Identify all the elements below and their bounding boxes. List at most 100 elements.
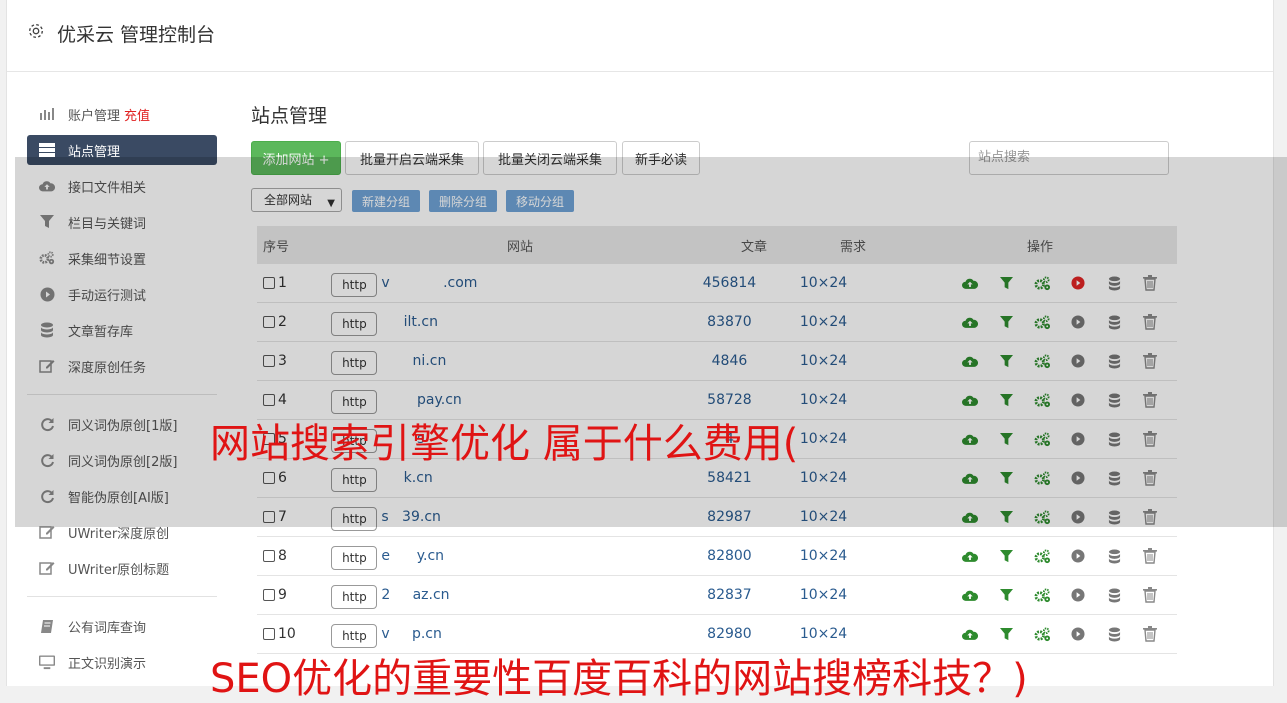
filter-icon[interactable] (997, 274, 1015, 292)
sidebar-item-article-storage[interactable]: 文章暂存库 (27, 312, 217, 348)
row-checkbox[interactable] (263, 355, 275, 367)
batch-close-cloud-button[interactable]: 批量关闭云端采集 (483, 141, 617, 175)
filter-icon[interactable] (997, 352, 1015, 370)
cloud-upload-icon[interactable] (961, 391, 979, 409)
row-checkbox[interactable] (263, 394, 275, 406)
article-count-link[interactable]: 82987 (683, 509, 776, 525)
protocol-badge[interactable]: http (331, 507, 378, 531)
newbie-guide-button[interactable]: 新手必读 (622, 141, 700, 175)
filter-icon[interactable] (997, 430, 1015, 448)
site-domain-link[interactable]: s 39.cn (381, 509, 440, 525)
demand-link[interactable]: 10×24 (776, 509, 871, 525)
row-checkbox[interactable] (263, 277, 275, 289)
protocol-badge[interactable]: http (331, 624, 378, 648)
play-circle-icon[interactable] (1069, 625, 1087, 643)
article-count-link[interactable]: 58421 (683, 470, 776, 486)
database-icon[interactable] (1105, 547, 1123, 565)
filter-icon[interactable] (997, 391, 1015, 409)
cogs-icon[interactable] (1033, 469, 1051, 487)
trash-icon[interactable] (1141, 313, 1159, 331)
trash-icon[interactable] (1141, 586, 1159, 604)
demand-link[interactable]: 10×24 (776, 392, 871, 408)
filter-icon[interactable] (997, 313, 1015, 331)
delete-group-button[interactable]: 删除分组 (429, 190, 497, 212)
sidebar-item-columns-keywords[interactable]: 栏目与关键词 (27, 204, 217, 240)
cogs-icon[interactable] (1033, 391, 1051, 409)
play-circle-icon[interactable] (1069, 469, 1087, 487)
sidebar-item-uwriter-title[interactable]: UWriter原创标题 (27, 550, 217, 586)
database-icon[interactable] (1105, 508, 1123, 526)
cloud-upload-icon[interactable] (961, 352, 979, 370)
protocol-badge[interactable]: http (331, 546, 378, 570)
article-count-link[interactable]: 83870 (683, 314, 776, 330)
sidebar-item-text-recognition[interactable]: 正文识别演示 (27, 644, 217, 680)
cogs-icon[interactable] (1033, 508, 1051, 526)
article-count-link[interactable]: 82800 (683, 548, 776, 564)
cloud-upload-icon[interactable] (961, 313, 979, 331)
demand-link[interactable]: 10×24 (776, 353, 871, 369)
site-domain-link[interactable]: pay.cn (381, 392, 462, 408)
cogs-icon[interactable] (1033, 430, 1051, 448)
play-circle-icon[interactable] (1069, 508, 1087, 526)
play-circle-icon[interactable] (1069, 352, 1087, 370)
database-icon[interactable] (1105, 352, 1123, 370)
play-circle-icon[interactable] (1069, 391, 1087, 409)
database-icon[interactable] (1105, 274, 1123, 292)
site-domain-link[interactable]: 2 az.cn (381, 587, 449, 603)
demand-link[interactable]: 10×24 (776, 275, 871, 291)
article-count-link[interactable]: 58728 (683, 392, 776, 408)
sidebar-item-synonym-v1[interactable]: 同义词伪原创[1版] (27, 406, 217, 442)
trash-icon[interactable] (1141, 352, 1159, 370)
filter-icon[interactable] (997, 625, 1015, 643)
sidebar-item-uwriter-deep[interactable]: UWriter深度原创 (27, 514, 217, 550)
trash-icon[interactable] (1141, 469, 1159, 487)
site-domain-link[interactable]: k.cn (381, 470, 433, 486)
add-site-button[interactable]: 添加网站 + (251, 141, 341, 175)
cloud-upload-icon[interactable] (961, 625, 979, 643)
database-icon[interactable] (1105, 313, 1123, 331)
play-circle-icon[interactable] (1069, 586, 1087, 604)
cogs-icon[interactable] (1033, 586, 1051, 604)
trash-icon[interactable] (1141, 430, 1159, 448)
database-icon[interactable] (1105, 469, 1123, 487)
site-search-input[interactable]: 站点搜索 (969, 141, 1169, 175)
row-checkbox[interactable] (263, 628, 275, 640)
recharge-link[interactable]: 充值 (124, 105, 150, 124)
cogs-icon[interactable] (1033, 352, 1051, 370)
article-count-link[interactable]: 82837 (683, 587, 776, 603)
database-icon[interactable] (1105, 391, 1123, 409)
row-checkbox[interactable] (263, 589, 275, 601)
protocol-badge[interactable]: http (331, 468, 378, 492)
demand-link[interactable]: 10×24 (776, 314, 871, 330)
database-icon[interactable] (1105, 625, 1123, 643)
demand-link[interactable]: 10×24 (776, 470, 871, 486)
batch-open-cloud-button[interactable]: 批量开启云端采集 (345, 141, 479, 175)
row-checkbox[interactable] (263, 511, 275, 523)
play-circle-icon[interactable] (1069, 274, 1087, 292)
trash-icon[interactable] (1141, 625, 1159, 643)
trash-icon[interactable] (1141, 508, 1159, 526)
cloud-upload-icon[interactable] (961, 430, 979, 448)
site-domain-link[interactable]: ni.cn (381, 353, 447, 369)
trash-icon[interactable] (1141, 547, 1159, 565)
cogs-icon[interactable] (1033, 274, 1051, 292)
article-count-link[interactable]: 82980 (683, 626, 776, 642)
filter-icon[interactable] (997, 469, 1015, 487)
site-group-select[interactable]: 全部网站 ▼ (251, 188, 342, 212)
site-domain-link[interactable]: ilt.cn (381, 314, 438, 330)
sidebar-item-public-lexicon[interactable]: 公有词库查询 (27, 608, 217, 644)
trash-icon[interactable] (1141, 391, 1159, 409)
move-group-button[interactable]: 移动分组 (506, 190, 574, 212)
protocol-badge[interactable]: http (331, 390, 378, 414)
site-domain-link[interactable]: e y.cn (381, 548, 444, 564)
play-circle-icon[interactable] (1069, 313, 1087, 331)
article-count-link[interactable]: 456814 (683, 275, 776, 291)
cloud-upload-icon[interactable] (961, 586, 979, 604)
cogs-icon[interactable] (1033, 547, 1051, 565)
database-icon[interactable] (1105, 430, 1123, 448)
demand-link[interactable]: 10×24 (776, 587, 871, 603)
cogs-icon[interactable] (1033, 313, 1051, 331)
cloud-upload-icon[interactable] (961, 274, 979, 292)
filter-icon[interactable] (997, 547, 1015, 565)
gear-icon[interactable] (27, 22, 45, 40)
